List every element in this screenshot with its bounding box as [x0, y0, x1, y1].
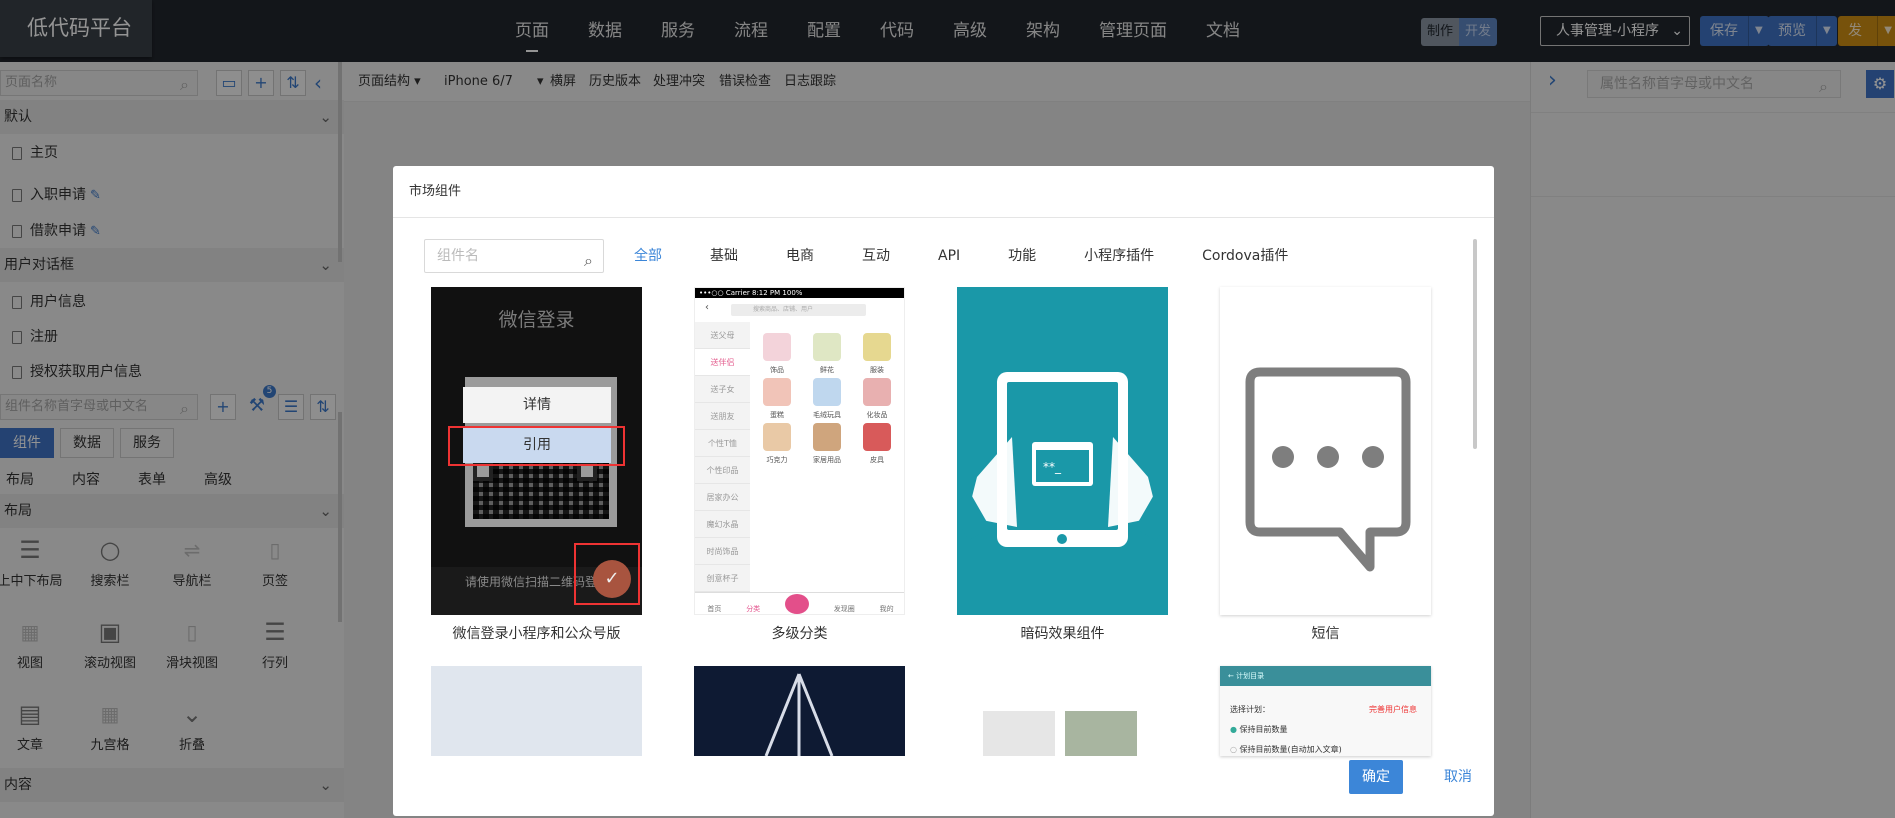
category-interactive[interactable]: 互动	[862, 239, 890, 273]
category-cordova-plugin[interactable]: Cordova插件	[1202, 239, 1288, 273]
card-thumbnail	[957, 666, 1168, 756]
card-thumbnail	[694, 666, 905, 756]
category-all[interactable]: 全部	[634, 239, 662, 273]
status-bar: •••○○ Carrier 8:12 PM 100%	[695, 288, 904, 298]
scrollbar[interactable]	[1473, 239, 1477, 449]
thumb-searchbar: ‹ 搜索商品、店铺、用户	[701, 302, 900, 318]
thumb-side-item: 送父母	[695, 322, 750, 349]
thumb-tab: 发现圈	[833, 605, 855, 613]
thumb-product-label: 蛋糕	[770, 411, 784, 419]
thumb-header-bar: ← 计划目录	[1220, 666, 1431, 686]
confirm-button[interactable]: 确定	[1349, 760, 1403, 794]
thumb-product: 毛绒玩具	[807, 378, 847, 420]
thumb-product: 巧克力	[757, 423, 797, 465]
cancel-button[interactable]: 取消	[1431, 760, 1485, 794]
thumb-search-field: 搜索商品、店铺、用户	[731, 304, 866, 316]
camera-icon	[784, 594, 809, 614]
card-thumbnail	[1220, 287, 1431, 615]
photo-thumb	[983, 711, 1055, 756]
thumb-side-item: 个性T恤	[695, 430, 750, 457]
thumb-side-item: 创意杯子	[695, 565, 750, 592]
details-button[interactable]: 详情	[463, 387, 611, 423]
tablet-password-icon: **_	[957, 372, 1168, 547]
thumb-product-label: 皮具	[870, 456, 884, 464]
highlight-box	[448, 426, 625, 466]
thumb-side-item: 送朋友	[695, 403, 750, 430]
thumb-tab: 我的	[879, 605, 894, 613]
card-thumbnail: ← 计划目录 选择计划： 完善用户信息 ● 保持目前数量 ○ 保持目前数量(自动…	[1220, 666, 1431, 756]
paper-plane-icon	[764, 673, 834, 756]
card-caption: 暗码效果组件	[1020, 626, 1105, 642]
highlight-box	[574, 543, 640, 605]
product-image	[763, 333, 791, 361]
thumb-product-label: 饰品	[770, 366, 784, 374]
product-image	[763, 378, 791, 406]
photo-thumb	[1065, 711, 1137, 756]
check-circle-icon: ●	[1230, 725, 1237, 734]
category-tabs: 全部 基础 电商 互动 API 功能 小程序插件 Cordova插件	[634, 239, 1336, 273]
svg-text:**_: **_	[1043, 460, 1062, 474]
thumb-tab: 分类	[746, 605, 761, 613]
thumb-side-item: 个性印品	[695, 457, 750, 484]
thumb-side-item: 送伴侣	[695, 349, 750, 376]
category-api[interactable]: API	[938, 239, 960, 273]
component-name-placeholder: 组件名	[437, 248, 479, 264]
thumb-product-label: 化妆品	[866, 411, 888, 419]
component-name-search[interactable]: 组件名 ⌕	[424, 239, 604, 273]
thumb-title: 微信登录	[498, 309, 575, 331]
thumb-side-item: 魔幻水晶	[695, 511, 750, 538]
thumb-product: 化妆品	[857, 378, 897, 420]
category-miniapp-plugin[interactable]: 小程序插件	[1084, 239, 1154, 273]
product-image	[813, 423, 841, 451]
search-icon: ⌕	[584, 251, 593, 270]
card-thumbnail: **_	[957, 287, 1168, 615]
thumb-side-item: 时尚饰品	[695, 538, 750, 565]
thumb-product: 饰品	[757, 333, 797, 375]
product-image	[863, 423, 891, 451]
product-image	[813, 378, 841, 406]
thumb-tab: 首页	[707, 605, 722, 613]
thumb-product: 家居用品	[807, 423, 847, 465]
product-image	[813, 333, 841, 361]
thumb-product-label: 巧克力	[766, 456, 788, 464]
thumb-row-label: 保持目前数量(自动加入文章)	[1239, 745, 1342, 754]
market-components-dialog: 市场组件 组件名 ⌕ 全部 基础 电商 互动 API 功能 小程序插件 Cord…	[393, 166, 1494, 816]
thumb-tabbar: 首页 分类 发现圈 我的	[695, 592, 904, 614]
thumb-side-item: 居家办公	[695, 484, 750, 511]
product-image	[863, 333, 891, 361]
thumb-product-label: 服装	[870, 366, 884, 374]
thumb-row-label: 保持目前数量	[1239, 725, 1288, 734]
card-caption: 多级分类	[771, 626, 828, 642]
thumb-product-label: 家居用品	[813, 456, 841, 464]
product-image	[863, 378, 891, 406]
thumb-row: ○ 保持目前数量(自动加入文章)	[1230, 744, 1342, 755]
card-caption: 微信登录小程序和公众号版	[452, 626, 621, 642]
thumb-row: 选择计划：	[1230, 705, 1270, 714]
card-thumbnail: •••○○ Carrier 8:12 PM 100% ‹ 搜索商品、店铺、用户 …	[694, 287, 905, 615]
thumb-product-label: 毛绒玩具	[813, 411, 841, 419]
thumb-product-label: 鲜花	[820, 366, 834, 374]
thumb-product: 皮具	[857, 423, 897, 465]
card-caption: 短信	[1311, 626, 1340, 642]
dialog-title: 市场组件	[393, 166, 1494, 218]
card-thumbnail	[431, 666, 642, 756]
category-ecommerce[interactable]: 电商	[786, 239, 814, 273]
thumb-product: 服装	[857, 333, 897, 375]
category-function[interactable]: 功能	[1008, 239, 1036, 273]
product-image	[763, 423, 791, 451]
thumb-product: 蛋糕	[757, 378, 797, 420]
thumb-sidebar: 送父母 送伴侣 送子女 送朋友 个性T恤 个性印品 居家办公 魔幻水晶 时尚饰品…	[695, 322, 750, 592]
circle-icon: ○	[1230, 745, 1237, 754]
back-icon: ‹	[705, 302, 709, 313]
category-basic[interactable]: 基础	[710, 239, 738, 273]
thumb-row: ● 保持目前数量	[1230, 724, 1288, 735]
thumb-side-item: 送子女	[695, 376, 750, 403]
thumb-red-text: 完善用户信息	[1369, 705, 1417, 714]
chat-bubble-icon	[1245, 367, 1411, 572]
thumb-product: 鲜花	[807, 333, 847, 375]
